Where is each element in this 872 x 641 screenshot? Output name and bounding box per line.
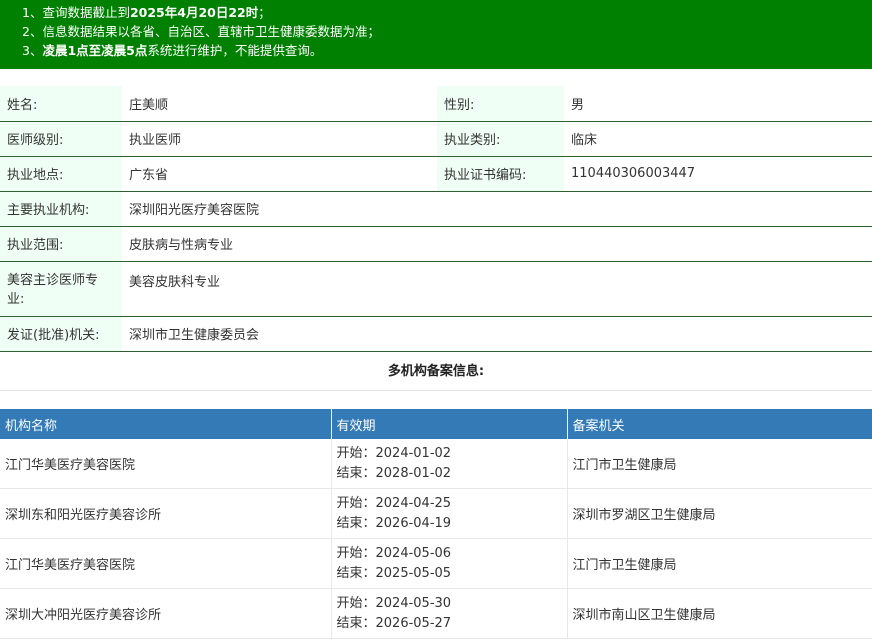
multi-org-table: 机构名称 有效期 备案机关 江门华美医疗美容医院 开始：2024-01-02 结束… [0,409,872,639]
gender-label: 性别: [437,86,564,122]
validity-cell: 开始：2024-01-02 结束：2028-01-02 [331,439,568,489]
org-name-cell: 江门华美医疗美容医院 [0,439,332,489]
table-row: 江门华美医疗美容医院 开始：2024-01-02 结束：2028-01-02 江门… [0,439,872,489]
doctor-info-table: 姓名: 庄美顺 性别: 男 医师级别: 执业医师 执业类别: 临床 执业地点: … [0,86,872,352]
validity-cell: 开始：2024-04-25 结束：2026-04-19 [331,488,568,539]
agency-cell: 深圳市南山区卫生健康局 [567,588,872,639]
multi-org-title: 多机构备案信息: [0,353,872,391]
validity-cell: 开始：2024-05-06 结束：2025-05-05 [331,538,568,589]
cert-value: 110440306003447 [564,156,872,192]
table-header-row: 机构名称 有效期 备案机关 [0,409,872,439]
validity-cell: 开始：2024-05-30 结束：2026-05-27 [331,588,568,639]
end-date: 结束：2026-04-19 [336,515,452,531]
cosmetic-value: 美容皮肤科专业 [122,261,872,317]
org-name-cell: 深圳大冲阳光医疗美容诊所 [0,588,332,639]
org-value: 深圳阳光医疗美容医院 [122,191,872,227]
table-row: 深圳东和阳光医疗美容诊所 开始：2024-04-25 结束：2026-04-19 … [0,488,872,539]
info-row: 主要执业机构: 深圳阳光医疗美容医院 [0,191,872,227]
notice-line-1: 1、查询数据截止到2025年4月20日22时； [22,5,271,20]
issuer-value: 深圳市卫生健康委员会 [122,316,872,352]
info-row: 医师级别: 执业医师 执业类别: 临床 [0,121,872,157]
notice-line-3: 3、凌晨1点至凌晨5点系统进行维护，不能提供查询。 [22,43,323,58]
notice-line-2: 2、信息数据结果以各省、自治区、直辖市卫生健康委数据为准； [22,24,380,39]
info-row: 美容主诊医师专业: 美容皮肤科专业 [0,261,872,317]
start-date: 开始：2024-05-06 [336,545,452,561]
name-label: 姓名: [0,86,122,122]
location-label: 执业地点: [0,156,122,192]
header-agency: 备案机关 [567,409,872,439]
start-date: 开始：2024-05-30 [336,595,452,611]
table-row: 深圳大冲阳光医疗美容诊所 开始：2024-05-30 结束：2026-05-27 … [0,588,872,639]
cert-label: 执业证书编码: [437,156,564,192]
org-name-cell: 江门华美医疗美容医院 [0,538,332,589]
agency-cell: 江门市卫生健康局 [567,538,872,589]
level-label: 医师级别: [0,121,122,157]
end-date: 结束：2026-05-27 [336,615,452,631]
end-date: 结束：2025-05-05 [336,565,452,581]
scope-label: 执业范围: [0,226,122,262]
location-value: 广东省 [122,156,437,192]
level-value: 执业医师 [122,121,437,157]
category-value: 临床 [564,121,872,157]
cosmetic-label: 美容主诊医师专业: [0,261,122,317]
info-row: 执业地点: 广东省 执业证书编码: 110440306003447 [0,156,872,192]
category-label: 执业类别: [437,121,564,157]
scope-value: 皮肤病与性病专业 [122,226,872,262]
info-row: 姓名: 庄美顺 性别: 男 [0,86,872,122]
info-row: 执业范围: 皮肤病与性病专业 [0,226,872,262]
org-name-cell: 深圳东和阳光医疗美容诊所 [0,488,332,539]
info-row: 发证(批准)机关: 深圳市卫生健康委员会 [0,316,872,352]
agency-cell: 江门市卫生健康局 [567,439,872,489]
start-date: 开始：2024-04-25 [336,495,452,511]
table-row: 江门华美医疗美容医院 开始：2024-05-06 结束：2025-05-05 江门… [0,538,872,589]
notice-banner: 1、查询数据截止到2025年4月20日22时； 2、信息数据结果以各省、自治区、… [0,0,872,69]
start-date: 开始：2024-01-02 [336,445,452,461]
org-label: 主要执业机构: [0,191,122,227]
name-value: 庄美顺 [122,86,437,122]
header-validity: 有效期 [331,409,568,439]
gender-value: 男 [564,86,872,122]
end-date: 结束：2028-01-02 [336,465,452,481]
header-org-name: 机构名称 [0,409,332,439]
issuer-label: 发证(批准)机关: [0,316,122,352]
agency-cell: 深圳市罗湖区卫生健康局 [567,488,872,539]
